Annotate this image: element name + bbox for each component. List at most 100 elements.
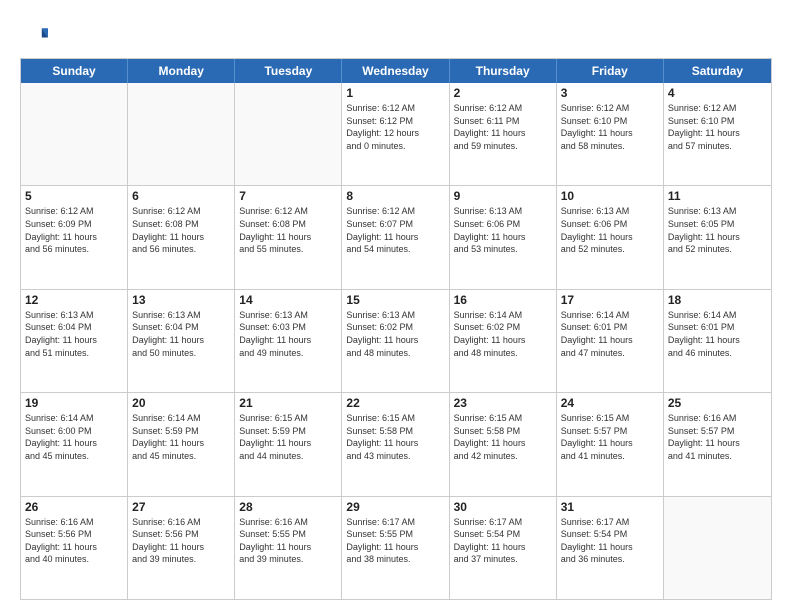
calendar-cell: 14Sunrise: 6:13 AMSunset: 6:03 PMDayligh… xyxy=(235,290,342,392)
cell-info: Sunrise: 6:16 AMSunset: 5:56 PMDaylight:… xyxy=(25,516,123,566)
day-number: 19 xyxy=(25,396,123,410)
calendar-cell: 3 Sunrise: 6:12 AMSunset: 6:10 PMDaylight… xyxy=(557,83,664,185)
day-number: 4 xyxy=(668,86,767,100)
calendar-header-cell: Saturday xyxy=(664,59,771,83)
day-number: 23 xyxy=(454,396,552,410)
cell-info: Sunrise: 6:17 AMSunset: 5:55 PMDaylight:… xyxy=(346,516,444,566)
calendar-cell xyxy=(128,83,235,185)
calendar-cell: 13Sunrise: 6:13 AMSunset: 6:04 PMDayligh… xyxy=(128,290,235,392)
cell-info: Sunrise: 6:12 AMSunset: 6:09 PMDaylight:… xyxy=(25,205,123,255)
cell-info: Sunrise: 6:14 AMSunset: 6:01 PMDaylight:… xyxy=(668,309,767,359)
cell-info: Sunrise: 6:16 AMSunset: 5:55 PMDaylight:… xyxy=(239,516,337,566)
calendar-cell: 16 Sunrise: 6:14 AMSunset: 6:02 PMDayligh… xyxy=(450,290,557,392)
calendar-header-cell: Thursday xyxy=(450,59,557,83)
cell-info: Sunrise: 6:14 AMSunset: 6:01 PMDaylight:… xyxy=(561,309,659,359)
day-number: 26 xyxy=(25,500,123,514)
calendar-header-cell: Monday xyxy=(128,59,235,83)
calendar-cell: 11Sunrise: 6:13 AMSunset: 6:05 PMDayligh… xyxy=(664,186,771,288)
day-number: 1 xyxy=(346,86,444,100)
cell-info: Sunrise: 6:12 AMSunset: 6:10 PMDaylight:… xyxy=(668,102,767,152)
calendar-cell: 18 Sunrise: 6:14 AMSunset: 6:01 PMDayligh… xyxy=(664,290,771,392)
calendar-cell: 10 Sunrise: 6:13 AMSunset: 6:06 PMDayligh… xyxy=(557,186,664,288)
day-number: 16 xyxy=(454,293,552,307)
calendar-cell: 6 Sunrise: 6:12 AMSunset: 6:08 PMDaylight… xyxy=(128,186,235,288)
day-number: 29 xyxy=(346,500,444,514)
day-number: 22 xyxy=(346,396,444,410)
day-number: 11 xyxy=(668,189,767,203)
calendar-header-cell: Sunday xyxy=(21,59,128,83)
calendar-body: 1 Sunrise: 6:12 AMSunset: 6:12 PMDaylight… xyxy=(21,83,771,599)
calendar-week-row: 1 Sunrise: 6:12 AMSunset: 6:12 PMDaylight… xyxy=(21,83,771,185)
calendar-cell: 31Sunrise: 6:17 AMSunset: 5:54 PMDayligh… xyxy=(557,497,664,599)
calendar-cell xyxy=(664,497,771,599)
calendar-cell xyxy=(235,83,342,185)
cell-info: Sunrise: 6:13 AMSunset: 6:06 PMDaylight:… xyxy=(561,205,659,255)
day-number: 10 xyxy=(561,189,659,203)
day-number: 27 xyxy=(132,500,230,514)
calendar-cell: 26 Sunrise: 6:16 AMSunset: 5:56 PMDayligh… xyxy=(21,497,128,599)
cell-info: Sunrise: 6:14 AMSunset: 5:59 PMDaylight:… xyxy=(132,412,230,462)
calendar-cell xyxy=(21,83,128,185)
cell-info: Sunrise: 6:15 AMSunset: 5:58 PMDaylight:… xyxy=(346,412,444,462)
day-number: 7 xyxy=(239,189,337,203)
cell-info: Sunrise: 6:14 AMSunset: 6:02 PMDaylight:… xyxy=(454,309,552,359)
calendar-cell: 27 Sunrise: 6:16 AMSunset: 5:56 PMDayligh… xyxy=(128,497,235,599)
calendar-cell: 20 Sunrise: 6:14 AMSunset: 5:59 PMDayligh… xyxy=(128,393,235,495)
calendar-week-row: 5 Sunrise: 6:12 AMSunset: 6:09 PMDaylight… xyxy=(21,185,771,288)
cell-info: Sunrise: 6:17 AMSunset: 5:54 PMDaylight:… xyxy=(454,516,552,566)
calendar-week-row: 26 Sunrise: 6:16 AMSunset: 5:56 PMDayligh… xyxy=(21,496,771,599)
calendar-cell: 23 Sunrise: 6:15 AMSunset: 5:58 PMDayligh… xyxy=(450,393,557,495)
header xyxy=(20,18,772,50)
calendar-cell: 17Sunrise: 6:14 AMSunset: 6:01 PMDayligh… xyxy=(557,290,664,392)
day-number: 28 xyxy=(239,500,337,514)
cell-info: Sunrise: 6:12 AMSunset: 6:08 PMDaylight:… xyxy=(132,205,230,255)
cell-info: Sunrise: 6:15 AMSunset: 5:58 PMDaylight:… xyxy=(454,412,552,462)
calendar-header-cell: Tuesday xyxy=(235,59,342,83)
calendar-cell: 15 Sunrise: 6:13 AMSunset: 6:02 PMDayligh… xyxy=(342,290,449,392)
calendar-header-cell: Friday xyxy=(557,59,664,83)
cell-info: Sunrise: 6:16 AMSunset: 5:57 PMDaylight:… xyxy=(668,412,767,462)
day-number: 18 xyxy=(668,293,767,307)
day-number: 9 xyxy=(454,189,552,203)
cell-info: Sunrise: 6:14 AMSunset: 6:00 PMDaylight:… xyxy=(25,412,123,462)
calendar-cell: 22 Sunrise: 6:15 AMSunset: 5:58 PMDayligh… xyxy=(342,393,449,495)
calendar-cell: 8 Sunrise: 6:12 AMSunset: 6:07 PMDaylight… xyxy=(342,186,449,288)
logo xyxy=(20,22,52,50)
calendar-cell: 21 Sunrise: 6:15 AMSunset: 5:59 PMDayligh… xyxy=(235,393,342,495)
calendar: SundayMondayTuesdayWednesdayThursdayFrid… xyxy=(20,58,772,600)
day-number: 24 xyxy=(561,396,659,410)
calendar-cell: 29 Sunrise: 6:17 AMSunset: 5:55 PMDayligh… xyxy=(342,497,449,599)
day-number: 25 xyxy=(668,396,767,410)
calendar-header-cell: Wednesday xyxy=(342,59,449,83)
cell-info: Sunrise: 6:12 AMSunset: 6:07 PMDaylight:… xyxy=(346,205,444,255)
day-number: 21 xyxy=(239,396,337,410)
cell-info: Sunrise: 6:12 AMSunset: 6:10 PMDaylight:… xyxy=(561,102,659,152)
cell-info: Sunrise: 6:13 AMSunset: 6:04 PMDaylight:… xyxy=(132,309,230,359)
day-number: 8 xyxy=(346,189,444,203)
calendar-cell: 24Sunrise: 6:15 AMSunset: 5:57 PMDayligh… xyxy=(557,393,664,495)
cell-info: Sunrise: 6:16 AMSunset: 5:56 PMDaylight:… xyxy=(132,516,230,566)
calendar-week-row: 12Sunrise: 6:13 AMSunset: 6:04 PMDayligh… xyxy=(21,289,771,392)
cell-info: Sunrise: 6:13 AMSunset: 6:03 PMDaylight:… xyxy=(239,309,337,359)
cell-info: Sunrise: 6:13 AMSunset: 6:04 PMDaylight:… xyxy=(25,309,123,359)
day-number: 2 xyxy=(454,86,552,100)
page: SundayMondayTuesdayWednesdayThursdayFrid… xyxy=(0,0,792,612)
calendar-week-row: 19 Sunrise: 6:14 AMSunset: 6:00 PMDayligh… xyxy=(21,392,771,495)
cell-info: Sunrise: 6:12 AMSunset: 6:12 PMDaylight:… xyxy=(346,102,444,152)
day-number: 6 xyxy=(132,189,230,203)
day-number: 20 xyxy=(132,396,230,410)
calendar-cell: 12Sunrise: 6:13 AMSunset: 6:04 PMDayligh… xyxy=(21,290,128,392)
calendar-cell: 4 Sunrise: 6:12 AMSunset: 6:10 PMDaylight… xyxy=(664,83,771,185)
cell-info: Sunrise: 6:17 AMSunset: 5:54 PMDaylight:… xyxy=(561,516,659,566)
day-number: 5 xyxy=(25,189,123,203)
day-number: 15 xyxy=(346,293,444,307)
calendar-cell: 25 Sunrise: 6:16 AMSunset: 5:57 PMDayligh… xyxy=(664,393,771,495)
calendar-cell: 30 Sunrise: 6:17 AMSunset: 5:54 PMDayligh… xyxy=(450,497,557,599)
calendar-cell: 1 Sunrise: 6:12 AMSunset: 6:12 PMDaylight… xyxy=(342,83,449,185)
calendar-cell: 19 Sunrise: 6:14 AMSunset: 6:00 PMDayligh… xyxy=(21,393,128,495)
cell-info: Sunrise: 6:13 AMSunset: 6:02 PMDaylight:… xyxy=(346,309,444,359)
cell-info: Sunrise: 6:15 AMSunset: 5:59 PMDaylight:… xyxy=(239,412,337,462)
day-number: 30 xyxy=(454,500,552,514)
cell-info: Sunrise: 6:12 AMSunset: 6:08 PMDaylight:… xyxy=(239,205,337,255)
day-number: 3 xyxy=(561,86,659,100)
